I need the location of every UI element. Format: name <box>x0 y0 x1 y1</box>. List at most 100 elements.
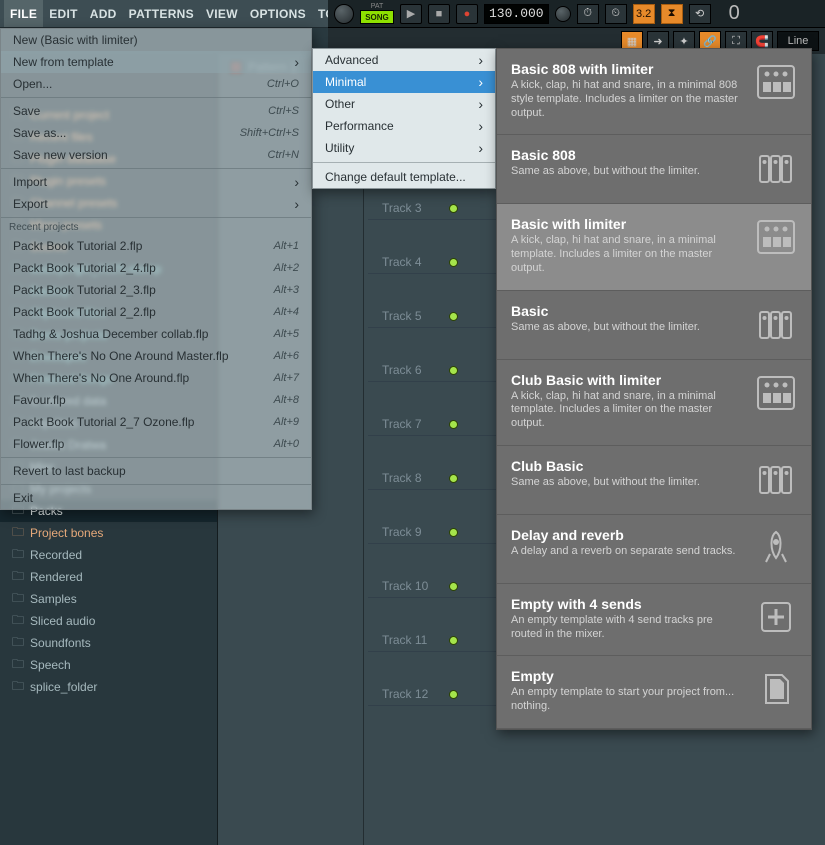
template-title: Basic 808 with limiter <box>511 61 745 77</box>
menu-add[interactable]: ADD <box>84 0 123 27</box>
template-icon <box>755 668 797 710</box>
track-label: Track 6 <box>382 363 422 377</box>
wait-toggle-icon[interactable]: ⏲ <box>605 4 627 24</box>
template-title: Basic 808 <box>511 147 745 163</box>
template-title: Club Basic <box>511 458 745 474</box>
menu-edit[interactable]: EDIT <box>43 0 84 27</box>
template-card[interactable]: Club Basic Same as above, but without the… <box>497 446 811 515</box>
file-menu-item[interactable]: Tadhg & Joshua December collab.flpAlt+5 <box>1 323 311 345</box>
menu-view[interactable]: VIEW <box>200 0 244 27</box>
track-label: Track 11 <box>382 633 427 647</box>
browser-item[interactable]: Samples <box>0 588 217 610</box>
template-desc: A delay and a reverb on separate send tr… <box>511 545 745 559</box>
template-card[interactable]: Empty with 4 sends An empty template with… <box>497 584 811 657</box>
loop-toggle-icon[interactable]: ⟲ <box>689 4 711 24</box>
file-menu-item[interactable]: New from template <box>1 51 311 73</box>
file-menu-item[interactable]: Save as...Shift+Ctrl+S <box>1 122 311 144</box>
template-title: Basic with limiter <box>511 216 745 232</box>
file-menu-item[interactable]: Export <box>1 193 311 215</box>
track-mute-dot[interactable] <box>449 636 458 645</box>
file-menu-item[interactable]: Open...Ctrl+O <box>1 73 311 95</box>
file-menu-item[interactable]: Exit <box>1 487 311 509</box>
track-mute-dot[interactable] <box>449 690 458 699</box>
metronome-icon[interactable]: ⏱ <box>577 4 599 24</box>
track-label: Track 3 <box>382 201 422 215</box>
track-mute-dot[interactable] <box>449 366 458 375</box>
file-menu-item[interactable]: Packt Book Tutorial 2_3.flpAlt+3 <box>1 279 311 301</box>
file-menu-item[interactable]: Import <box>1 171 311 193</box>
track-label: Track 12 <box>382 687 428 701</box>
play-button[interactable]: ▶ <box>400 4 422 24</box>
main-volume-knob[interactable] <box>334 4 354 24</box>
snap-beats[interactable]: 3.2 <box>633 4 655 24</box>
template-card[interactable]: Club Basic with limiterA kick, clap, hi … <box>497 360 811 446</box>
track-label: Track 5 <box>382 309 422 323</box>
track-mute-dot[interactable] <box>449 528 458 537</box>
template-icon <box>755 596 797 638</box>
template-desc: Same as above, but without the limiter. <box>511 165 745 179</box>
template-category[interactable]: Performance <box>313 115 495 137</box>
template-card[interactable]: Basic Same as above, but without the limi… <box>497 291 811 360</box>
file-menu-item[interactable]: Packt Book Tutorial 2_4.flpAlt+2 <box>1 257 311 279</box>
change-default-template[interactable]: Change default template... <box>313 166 495 188</box>
file-menu-item[interactable]: New (Basic with limiter) <box>1 29 311 51</box>
template-card[interactable]: Basic 808 Same as above, but without the … <box>497 135 811 204</box>
file-menu-item[interactable]: Packt Book Tutorial 2.flpAlt+1 <box>1 235 311 257</box>
recent-projects-header: Recent projects <box>1 220 311 235</box>
time-counter: 0 <box>729 2 740 25</box>
record-button[interactable]: ● <box>456 4 478 24</box>
template-card[interactable]: Basic with limiterA kick, clap, hi hat a… <box>497 204 811 290</box>
song-label: SONG <box>360 10 394 24</box>
template-icon <box>755 61 797 103</box>
browser-item[interactable]: Recorded <box>0 544 217 566</box>
template-title: Delay and reverb <box>511 527 745 543</box>
template-card[interactable]: EmptyAn empty template to start your pro… <box>497 656 811 729</box>
template-card[interactable]: Delay and reverb A delay and a reverb on … <box>497 515 811 584</box>
pitch-knob[interactable] <box>555 6 571 22</box>
file-menu-item[interactable]: SaveCtrl+S <box>1 100 311 122</box>
track-mute-dot[interactable] <box>449 582 458 591</box>
template-desc: Same as above, but without the limiter. <box>511 476 745 490</box>
file-menu-item[interactable]: Packt Book Tutorial 2_7 Ozone.flpAlt+9 <box>1 411 311 433</box>
file-menu-item[interactable]: Save new versionCtrl+N <box>1 144 311 166</box>
file-menu-item[interactable]: Flower.flpAlt+0 <box>1 433 311 455</box>
menu-patterns[interactable]: PATTERNS <box>123 0 200 27</box>
menu-options[interactable]: OPTIONS <box>244 0 312 27</box>
file-menu-item[interactable]: When There's No One Around.flpAlt+7 <box>1 367 311 389</box>
template-category[interactable]: Advanced <box>313 49 495 71</box>
browser-item[interactable]: Rendered <box>0 566 217 588</box>
template-icon <box>755 147 797 189</box>
template-card[interactable]: Basic 808 with limiterA kick, clap, hi h… <box>497 49 811 135</box>
template-category[interactable]: Utility <box>313 137 495 159</box>
template-icon <box>755 527 797 569</box>
browser-item[interactable]: Project bones <box>0 522 217 544</box>
track-mute-dot[interactable] <box>449 204 458 213</box>
track-mute-dot[interactable] <box>449 312 458 321</box>
browser-item[interactable]: Sliced audio <box>0 610 217 632</box>
pat-song-switch[interactable]: PAT SONG <box>360 3 394 24</box>
stop-button[interactable]: ■ <box>428 4 450 24</box>
file-menu-item[interactable]: Favour.flpAlt+8 <box>1 389 311 411</box>
browser-item[interactable]: splice_folder <box>0 676 217 698</box>
file-menu-dropdown: New (Basic with limiter)New from templat… <box>0 28 312 510</box>
new-from-template-submenu: AdvancedMinimalOtherPerformanceUtility Ch… <box>312 48 496 189</box>
template-category[interactable]: Minimal <box>313 71 495 93</box>
template-desc: Same as above, but without the limiter. <box>511 321 745 335</box>
tempo-display[interactable]: 130.000 <box>484 4 549 24</box>
template-title: Basic <box>511 303 745 319</box>
template-category[interactable]: Other <box>313 93 495 115</box>
template-desc: An empty template with 4 send tracks pre… <box>511 614 745 642</box>
template-title: Empty with 4 sends <box>511 596 745 612</box>
file-menu-item[interactable]: Packt Book Tutorial 2_2.flpAlt+4 <box>1 301 311 323</box>
file-menu-item[interactable]: When There's No One Around Master.flpAlt… <box>1 345 311 367</box>
browser-item[interactable]: Speech <box>0 654 217 676</box>
template-title: Empty <box>511 668 745 684</box>
countdown-toggle-icon[interactable]: ⧗ <box>661 4 683 24</box>
file-menu-item[interactable]: Revert to last backup <box>1 460 311 482</box>
track-mute-dot[interactable] <box>449 420 458 429</box>
menu-file[interactable]: FILE <box>4 0 43 27</box>
track-mute-dot[interactable] <box>449 258 458 267</box>
template-icon <box>755 372 797 414</box>
track-mute-dot[interactable] <box>449 474 458 483</box>
browser-item[interactable]: Soundfonts <box>0 632 217 654</box>
